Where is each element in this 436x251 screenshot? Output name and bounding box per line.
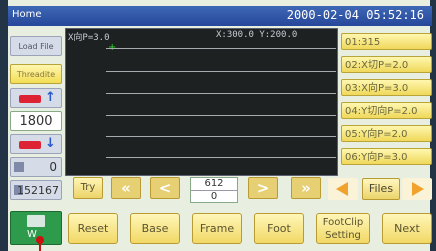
frame-button[interactable]: Frame <box>192 213 242 244</box>
thread-label: Threadite <box>16 70 56 79</box>
footclip-label-line1: FootClip <box>322 217 364 228</box>
first-stitch-button[interactable]: « <box>111 177 141 199</box>
param-button-2[interactable]: 02:X切P=2.0 <box>341 56 432 73</box>
next-stitch-button[interactable]: > <box>248 177 278 199</box>
double-right-icon: » <box>301 179 311 197</box>
files-prev-button[interactable] <box>328 178 358 200</box>
chevron-left-icon: < <box>158 179 172 197</box>
param-button-5[interactable]: 05:Y向P=2.0 <box>341 125 432 142</box>
foot-button[interactable]: Foot <box>254 213 304 244</box>
files-label: Files <box>368 182 394 195</box>
stitch-line <box>106 48 336 49</box>
prev-stitch-button[interactable]: < <box>150 177 180 199</box>
base-button[interactable]: Base <box>130 213 180 244</box>
pattern-view[interactable]: X向P=3.0 X:300.0 Y:200.0 + <box>65 28 338 176</box>
speed-up-icon <box>19 95 41 103</box>
next-button[interactable]: Next <box>382 213 432 244</box>
counter-display[interactable]: 0 <box>10 157 62 177</box>
speed-up-button[interactable]: ↑ <box>10 88 62 108</box>
load-file-button[interactable]: Load File <box>10 36 62 56</box>
stitch-line <box>106 93 336 94</box>
speed-down-icon <box>19 141 41 149</box>
stitch-offset: 0 <box>210 191 218 202</box>
pointer-marker-stem <box>39 243 41 251</box>
try-label: Try <box>80 182 96 193</box>
counter-icon <box>14 162 24 172</box>
load-file-label: Load File <box>18 42 54 51</box>
app-title: Home <box>12 9 42 20</box>
home-icon <box>27 215 45 227</box>
try-button[interactable]: Try <box>73 177 103 199</box>
stitch-line <box>106 136 336 137</box>
stitch-counter: 612 0 <box>190 177 238 203</box>
chevron-right-icon: > <box>256 179 270 197</box>
footclip-setting-button[interactable]: FootClip Setting <box>316 213 370 244</box>
param-button-1[interactable]: 01:315 <box>341 33 432 50</box>
view-coordinates: X:300.0 Y:200.0 <box>216 30 298 40</box>
hmi-screen: Home 2000-02-04 05:52:16 Load File Threa… <box>0 0 436 251</box>
triangle-left-icon <box>336 182 348 196</box>
stitch-line <box>106 71 336 72</box>
counter-value: 0 <box>49 160 57 174</box>
stitch-line <box>106 157 336 158</box>
param-button-6[interactable]: 06:Y向P=3.0 <box>341 148 432 165</box>
arrow-up-icon: ↑ <box>45 90 56 105</box>
param-button-4[interactable]: 04:Y切向P=2.0 <box>341 102 432 119</box>
total-count-display: 152167 <box>10 180 62 200</box>
view-header: X向P=3.0 X:300.0 Y:200.0 <box>66 29 337 43</box>
triangle-right-icon <box>412 182 424 196</box>
total-value: 152167 <box>17 184 59 197</box>
bezel-left <box>0 0 8 251</box>
reset-button[interactable]: Reset <box>68 213 118 244</box>
speed-down-button[interactable]: ↓ <box>10 134 62 154</box>
last-stitch-button[interactable]: » <box>291 177 321 199</box>
datetime-display: 2000-02-04 05:52:16 <box>286 8 424 22</box>
files-next-button[interactable] <box>402 178 432 200</box>
footclip-label-line2: Setting <box>325 230 361 241</box>
stitch-current: 612 <box>191 178 237 191</box>
thread-button[interactable]: Threadite <box>10 64 62 84</box>
param-button-3[interactable]: 03:X向P=3.0 <box>341 79 432 96</box>
speed-value: 1800 <box>10 111 62 131</box>
double-left-icon: « <box>121 179 131 197</box>
title-bar: Home 2000-02-04 05:52:16 <box>8 6 432 26</box>
stitch-line <box>106 115 336 116</box>
view-param-label: X向P=3.0 <box>68 33 110 43</box>
files-button[interactable]: Files <box>362 178 400 200</box>
arrow-down-icon: ↓ <box>45 136 56 151</box>
